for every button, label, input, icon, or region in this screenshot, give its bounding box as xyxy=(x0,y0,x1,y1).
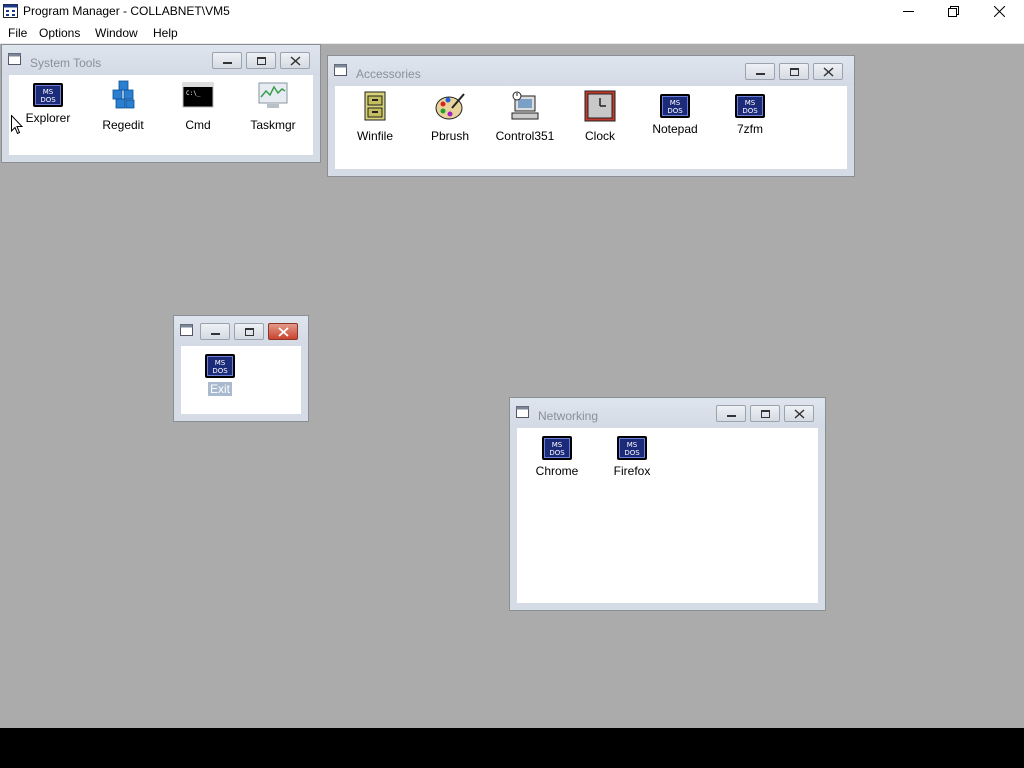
title-bar: Program Manager - COLLABNET\VM5 xyxy=(0,0,1024,23)
group-close-button[interactable] xyxy=(268,323,298,340)
program-item-exit[interactable]: MS DOS Exit xyxy=(183,350,257,396)
program-item-clock[interactable]: Clock xyxy=(563,90,637,143)
maximize-icon xyxy=(245,328,254,336)
group-body: MS DOS Exit xyxy=(181,346,301,414)
program-label: Taskmgr xyxy=(250,118,296,132)
msdos-icon: MS DOS xyxy=(617,436,647,460)
restore-button[interactable] xyxy=(931,0,977,23)
maximize-icon xyxy=(790,68,799,76)
program-item-winfile[interactable]: Winfile xyxy=(338,90,412,143)
program-label: Winfile xyxy=(356,129,393,143)
mouse-cursor-icon xyxy=(11,115,23,135)
program-label: Chrome xyxy=(535,464,579,478)
group-minimize-button[interactable] xyxy=(212,52,242,69)
group-title-bar[interactable]: Networking xyxy=(510,398,825,428)
group-window-icon xyxy=(8,53,21,65)
group-body: Winfile Pbrush Control351 Clock MS DOS N… xyxy=(335,86,847,169)
msdos-icon: MS DOS xyxy=(33,83,63,107)
program-item-pbrush[interactable]: Pbrush xyxy=(413,90,487,143)
minimize-icon xyxy=(756,73,765,75)
group-maximize-button[interactable] xyxy=(234,323,264,340)
program-label: Exit xyxy=(207,382,232,396)
group-window-icon xyxy=(334,64,347,76)
close-icon xyxy=(823,67,834,77)
group-window-icon xyxy=(180,324,193,336)
menu-file[interactable]: File xyxy=(8,26,27,40)
program-item-taskmgr[interactable]: Taskmgr xyxy=(236,79,310,132)
program-label: Regedit xyxy=(102,118,144,132)
group-close-button[interactable] xyxy=(813,63,843,80)
file-cabinet-icon xyxy=(364,91,386,121)
group-window-icon xyxy=(516,406,529,418)
group-body: MS DOS Chrome MS DOS Firefox xyxy=(517,428,818,603)
minimize-icon xyxy=(211,333,220,335)
command-prompt-icon: C:\_ xyxy=(182,82,214,108)
msdos-icon: MS DOS xyxy=(660,94,690,118)
window-title: Program Manager - COLLABNET\VM5 xyxy=(23,4,230,18)
msdos-icon: MS DOS xyxy=(735,94,765,118)
group-networking[interactable]: Networking MS DOS Chrome MS DOS Firefox xyxy=(509,397,826,611)
program-item-7zfm[interactable]: MS DOS 7zfm xyxy=(713,90,787,136)
group-maximize-button[interactable] xyxy=(779,63,809,80)
group-title: Accessories xyxy=(356,67,421,81)
msdos-icon: MS DOS xyxy=(542,436,572,460)
group-minimize-button[interactable] xyxy=(716,405,746,422)
minimize-icon xyxy=(223,62,232,64)
group-system-tools[interactable]: System Tools MS DOS Explorer Regedit C:\… xyxy=(1,44,321,163)
group-accessories[interactable]: Accessories Winfile Pbrush Control351 Cl… xyxy=(327,55,855,177)
task-manager-icon xyxy=(258,82,288,108)
program-label: Notepad xyxy=(652,122,698,136)
group-maximize-button[interactable] xyxy=(750,405,780,422)
close-icon xyxy=(794,409,805,419)
group-minimize-button[interactable] xyxy=(745,63,775,80)
svg-text:C:\_: C:\_ xyxy=(186,90,201,97)
close-button[interactable] xyxy=(977,0,1023,23)
close-icon xyxy=(290,56,301,66)
program-label: Firefox xyxy=(613,464,651,478)
program-item-regedit[interactable]: Regedit xyxy=(86,79,160,132)
registry-editor-icon xyxy=(112,80,135,109)
mdi-workspace: System Tools MS DOS Explorer Regedit C:\… xyxy=(0,44,1024,728)
program-item-control351[interactable]: Control351 xyxy=(488,90,562,143)
group-close-button[interactable] xyxy=(784,405,814,422)
program-item-chrome[interactable]: MS DOS Chrome xyxy=(520,432,594,478)
taskbar xyxy=(0,728,1024,768)
program-item-notepad[interactable]: MS DOS Notepad xyxy=(638,90,712,136)
menu-options[interactable]: Options xyxy=(39,26,80,40)
group-maximize-button[interactable] xyxy=(246,52,276,69)
menu-bar: File Options Window Help xyxy=(0,23,1024,44)
program-item-firefox[interactable]: MS DOS Firefox xyxy=(595,432,669,478)
group-title: System Tools xyxy=(30,56,102,70)
group-title-bar[interactable]: Accessories xyxy=(328,56,854,86)
restore-icon xyxy=(948,6,959,17)
group-minimize-button[interactable] xyxy=(200,323,230,340)
group-untitled[interactable]: MS DOS Exit xyxy=(173,315,309,422)
program-manager-icon[interactable] xyxy=(3,4,18,18)
maximize-icon xyxy=(257,57,266,65)
group-title-bar[interactable] xyxy=(174,316,308,346)
group-close-button[interactable] xyxy=(280,52,310,69)
clock-icon xyxy=(584,90,616,122)
program-label: Cmd xyxy=(185,118,211,132)
msdos-icon: MS DOS xyxy=(205,354,235,378)
minimize-icon xyxy=(727,415,736,417)
minimize-icon xyxy=(903,11,914,12)
group-body: MS DOS Explorer Regedit C:\_ Cmd Taskmgr xyxy=(9,75,313,155)
program-item-cmd[interactable]: C:\_ Cmd xyxy=(161,79,235,132)
program-label: Clock xyxy=(584,129,615,143)
control-panel-icon xyxy=(511,91,539,120)
group-title-bar[interactable]: System Tools xyxy=(2,45,320,75)
program-label: Pbrush xyxy=(430,129,470,143)
group-title: Networking xyxy=(538,409,599,423)
paintbrush-palette-icon xyxy=(435,93,465,120)
close-icon xyxy=(994,6,1005,17)
program-label: 7zfm xyxy=(736,122,763,136)
maximize-icon xyxy=(761,410,770,418)
minimize-button[interactable] xyxy=(885,0,931,23)
close-icon xyxy=(278,327,289,337)
menu-help[interactable]: Help xyxy=(153,26,178,40)
menu-window[interactable]: Window xyxy=(95,26,138,40)
program-label: Control351 xyxy=(495,129,555,143)
